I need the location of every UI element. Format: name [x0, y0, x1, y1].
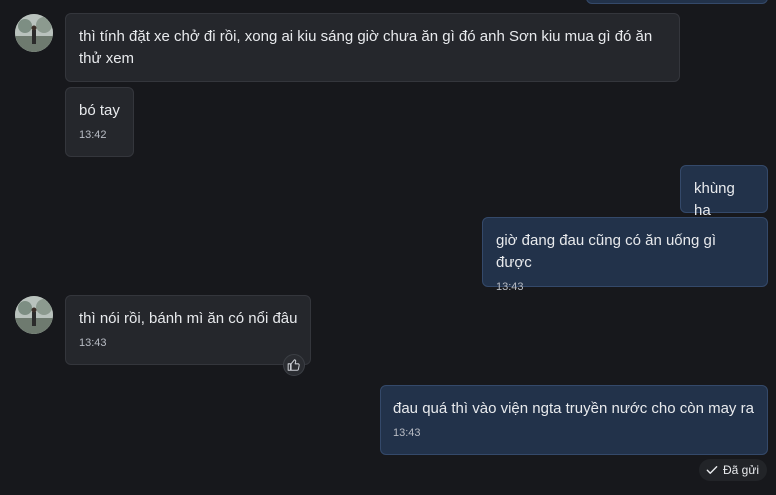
sent-status-badge: Đã gửi: [699, 459, 768, 481]
thumbs-up-icon: [287, 359, 300, 371]
reaction-button[interactable]: [283, 354, 305, 376]
message-bubble-outgoing[interactable]: đau quá thì vào viện ngta truyền nước ch…: [380, 385, 768, 455]
message-text: khùng ha: [694, 180, 735, 219]
avatar[interactable]: [15, 296, 53, 334]
message-timestamp: 13:43: [79, 337, 107, 349]
chat-thread: thì tính đặt xe chở đi rồi, xong ai kiu …: [0, 0, 776, 495]
message-text: thì nói rồi, bánh mì ăn có nổi đâu: [79, 310, 298, 327]
message-timestamp: 13:43: [496, 281, 524, 293]
message-bubble-outgoing[interactable]: giờ đang đau cũng có ăn uống gì được 13:…: [482, 217, 768, 293]
message-bubble-incoming[interactable]: bó tay 13:42: [65, 87, 134, 157]
avatar[interactable]: [15, 14, 53, 52]
message-bubble-incoming[interactable]: thì nói rồi, bánh mì ăn có nổi đâu 13:43: [65, 295, 311, 365]
message-bubble-incoming[interactable]: thì tính đặt xe chở đi rồi, xong ai kiu …: [65, 13, 680, 82]
message-timestamp: 13:42: [79, 129, 107, 141]
message-text: thì tính đặt xe chở đi rồi, xong ai kiu …: [79, 28, 653, 67]
sent-status-label: Đã gửi: [723, 463, 760, 477]
message-timestamp: 13:43: [393, 427, 421, 439]
message-bubble-partial[interactable]: [586, 0, 768, 4]
message-bubble-outgoing[interactable]: khùng ha: [680, 165, 768, 219]
message-text: đau quá thì vào viện ngta truyền nước ch…: [393, 400, 754, 417]
message-text: bó tay: [79, 102, 120, 119]
message-text: giờ đang đau cũng có ăn uống gì được: [496, 232, 717, 271]
check-icon: [706, 466, 718, 474]
